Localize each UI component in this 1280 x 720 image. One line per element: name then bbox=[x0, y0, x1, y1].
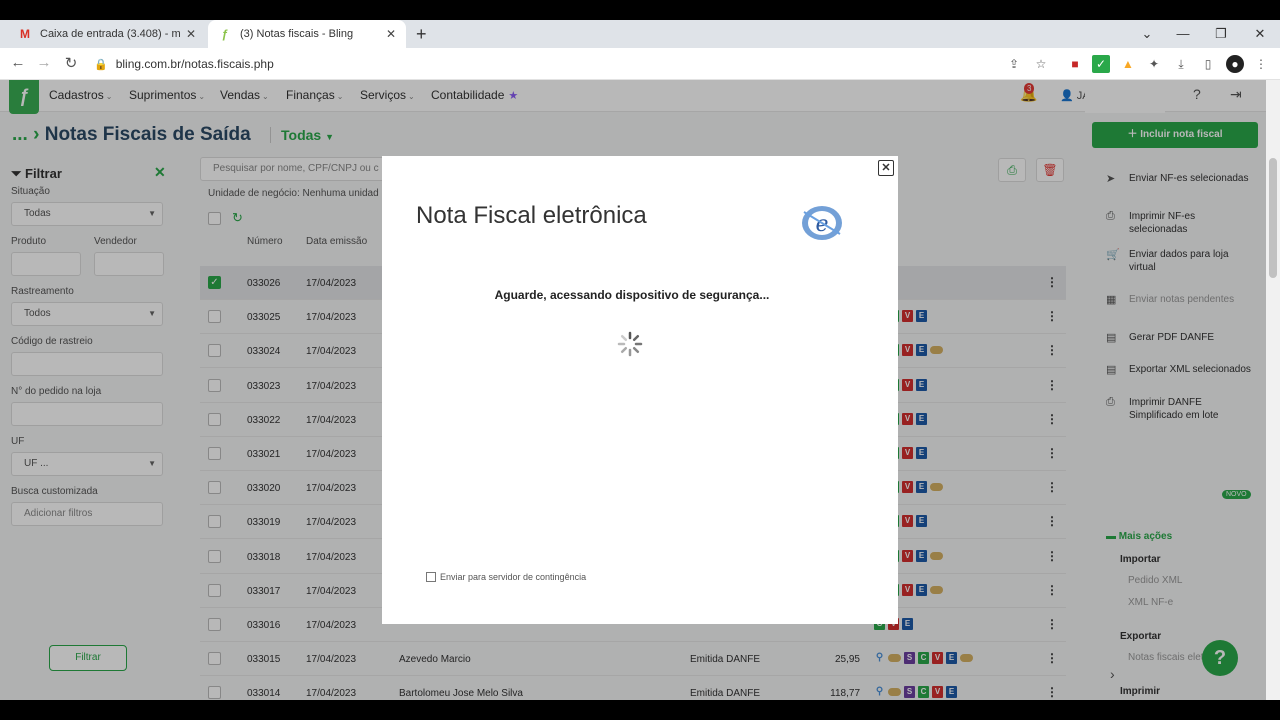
url-text: bling.com.br/notas.fiscais.php bbox=[115, 57, 274, 71]
modal-title: Nota Fiscal eletrônica bbox=[416, 202, 647, 229]
tab-search-icon[interactable]: ⌄ bbox=[1132, 20, 1162, 48]
browser-menu-icon[interactable]: ⋮ bbox=[1252, 55, 1270, 73]
extension-icon[interactable]: ■ bbox=[1066, 55, 1084, 73]
bookmark-star-icon[interactable]: ☆ bbox=[1032, 55, 1050, 73]
screen: M Caixa de entrada (3.408) - moto ✕ ƒ (3… bbox=[0, 0, 1280, 720]
browser-tab-gmail[interactable]: M Caixa de entrada (3.408) - moto ✕ bbox=[8, 20, 206, 48]
minimize-button[interactable]: — bbox=[1168, 20, 1198, 48]
address-bar: ← → ↻ 🔒 bling.com.br/notas.fiscais.php ⇪… bbox=[0, 48, 1280, 80]
back-icon[interactable]: ← bbox=[8, 54, 28, 71]
nfe-logo-icon: e bbox=[802, 206, 842, 240]
extension-check-icon[interactable]: ✓ bbox=[1092, 55, 1110, 73]
close-icon[interactable]: ✕ bbox=[186, 27, 196, 41]
page-scrollbar[interactable] bbox=[1266, 80, 1280, 700]
sidepanel-icon[interactable]: ▯ bbox=[1199, 55, 1217, 73]
modal-close-button[interactable]: ✕ bbox=[878, 160, 894, 176]
extension-drive-icon[interactable]: ▲ bbox=[1119, 55, 1137, 73]
scrollbar-thumb[interactable] bbox=[1269, 158, 1277, 278]
new-tab-button[interactable]: + bbox=[416, 20, 427, 48]
bling-icon: ƒ bbox=[221, 27, 229, 41]
reload-icon[interactable]: ↻ bbox=[61, 54, 81, 72]
profile-avatar[interactable]: ● bbox=[1226, 55, 1244, 73]
svg-text:e: e bbox=[815, 212, 828, 237]
extensions-puzzle-icon[interactable]: ✦ bbox=[1145, 55, 1163, 73]
url-field[interactable]: 🔒 bling.com.br/notas.fiscais.php bbox=[94, 52, 1054, 76]
close-icon[interactable]: ✕ bbox=[386, 27, 396, 41]
download-icon[interactable]: ⤓ bbox=[1172, 55, 1190, 73]
window-close-button[interactable]: ✕ bbox=[1245, 20, 1275, 48]
browser-tabstrip: M Caixa de entrada (3.408) - moto ✕ ƒ (3… bbox=[0, 20, 1280, 48]
top-letterbox bbox=[0, 0, 1280, 20]
browser-tab-bling[interactable]: ƒ (3) Notas fiscais - Bling ✕ bbox=[208, 20, 406, 48]
loading-message: Aguarde, acessando dispositivo de segura… bbox=[494, 288, 770, 302]
forward-icon[interactable]: → bbox=[34, 54, 54, 71]
gmail-icon: M bbox=[20, 27, 30, 41]
maximize-button[interactable]: ❐ bbox=[1206, 20, 1236, 48]
share-icon[interactable]: ⇪ bbox=[1005, 55, 1023, 73]
contingency-option[interactable]: Enviar para servidor de contingência bbox=[426, 572, 586, 582]
bottom-letterbox bbox=[0, 700, 1280, 720]
contingency-checkbox[interactable] bbox=[426, 572, 436, 582]
contingency-label: Enviar para servidor de contingência bbox=[440, 572, 587, 582]
lock-icon: 🔒 bbox=[94, 58, 108, 71]
nfe-modal: ✕ Nota Fiscal eletrônica e Aguarde, aces… bbox=[382, 156, 898, 624]
tab-title: Caixa de entrada (3.408) - moto bbox=[40, 28, 180, 40]
tab-title: (3) Notas fiscais - Bling bbox=[240, 28, 354, 40]
loading-spinner-icon bbox=[617, 331, 643, 357]
